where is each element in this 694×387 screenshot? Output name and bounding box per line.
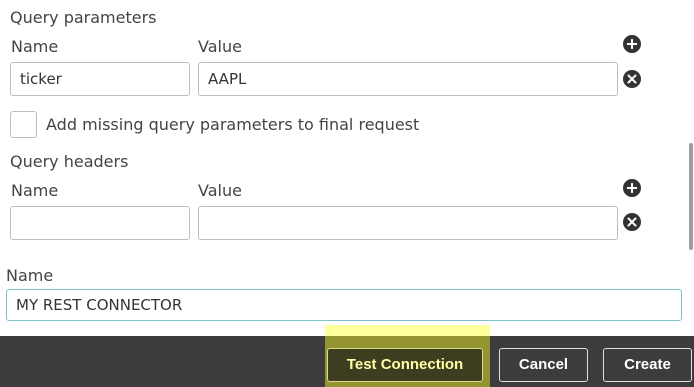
query-parameters-title: Query parameters (10, 8, 157, 27)
cancel-button[interactable]: Cancel (499, 348, 588, 382)
query-header-name-input[interactable] (10, 206, 190, 240)
remove-query-parameter-icon[interactable] (622, 69, 642, 89)
query-parameter-name-input[interactable] (10, 62, 190, 96)
create-button[interactable]: Create (603, 348, 692, 382)
add-query-parameter-icon[interactable] (622, 34, 642, 54)
add-missing-label: Add missing query parameters to final re… (46, 115, 420, 134)
query-headers-value-label: Value (198, 181, 242, 200)
add-query-header-icon[interactable] (622, 178, 642, 198)
remove-query-header-icon[interactable] (622, 212, 642, 232)
scrollbar-thumb[interactable] (689, 143, 693, 250)
add-missing-checkbox[interactable] (10, 111, 37, 138)
query-parameters-value-label: Value (198, 37, 242, 56)
connection-name-label: Name (6, 266, 54, 285)
query-header-value-input[interactable] (198, 206, 618, 240)
query-headers-title: Query headers (10, 152, 129, 171)
query-headers-name-label: Name (11, 181, 59, 200)
query-parameters-name-label: Name (11, 37, 59, 56)
connection-name-input[interactable] (6, 289, 682, 321)
test-connection-button[interactable]: Test Connection (327, 348, 483, 382)
query-parameter-value-input[interactable] (198, 62, 618, 96)
